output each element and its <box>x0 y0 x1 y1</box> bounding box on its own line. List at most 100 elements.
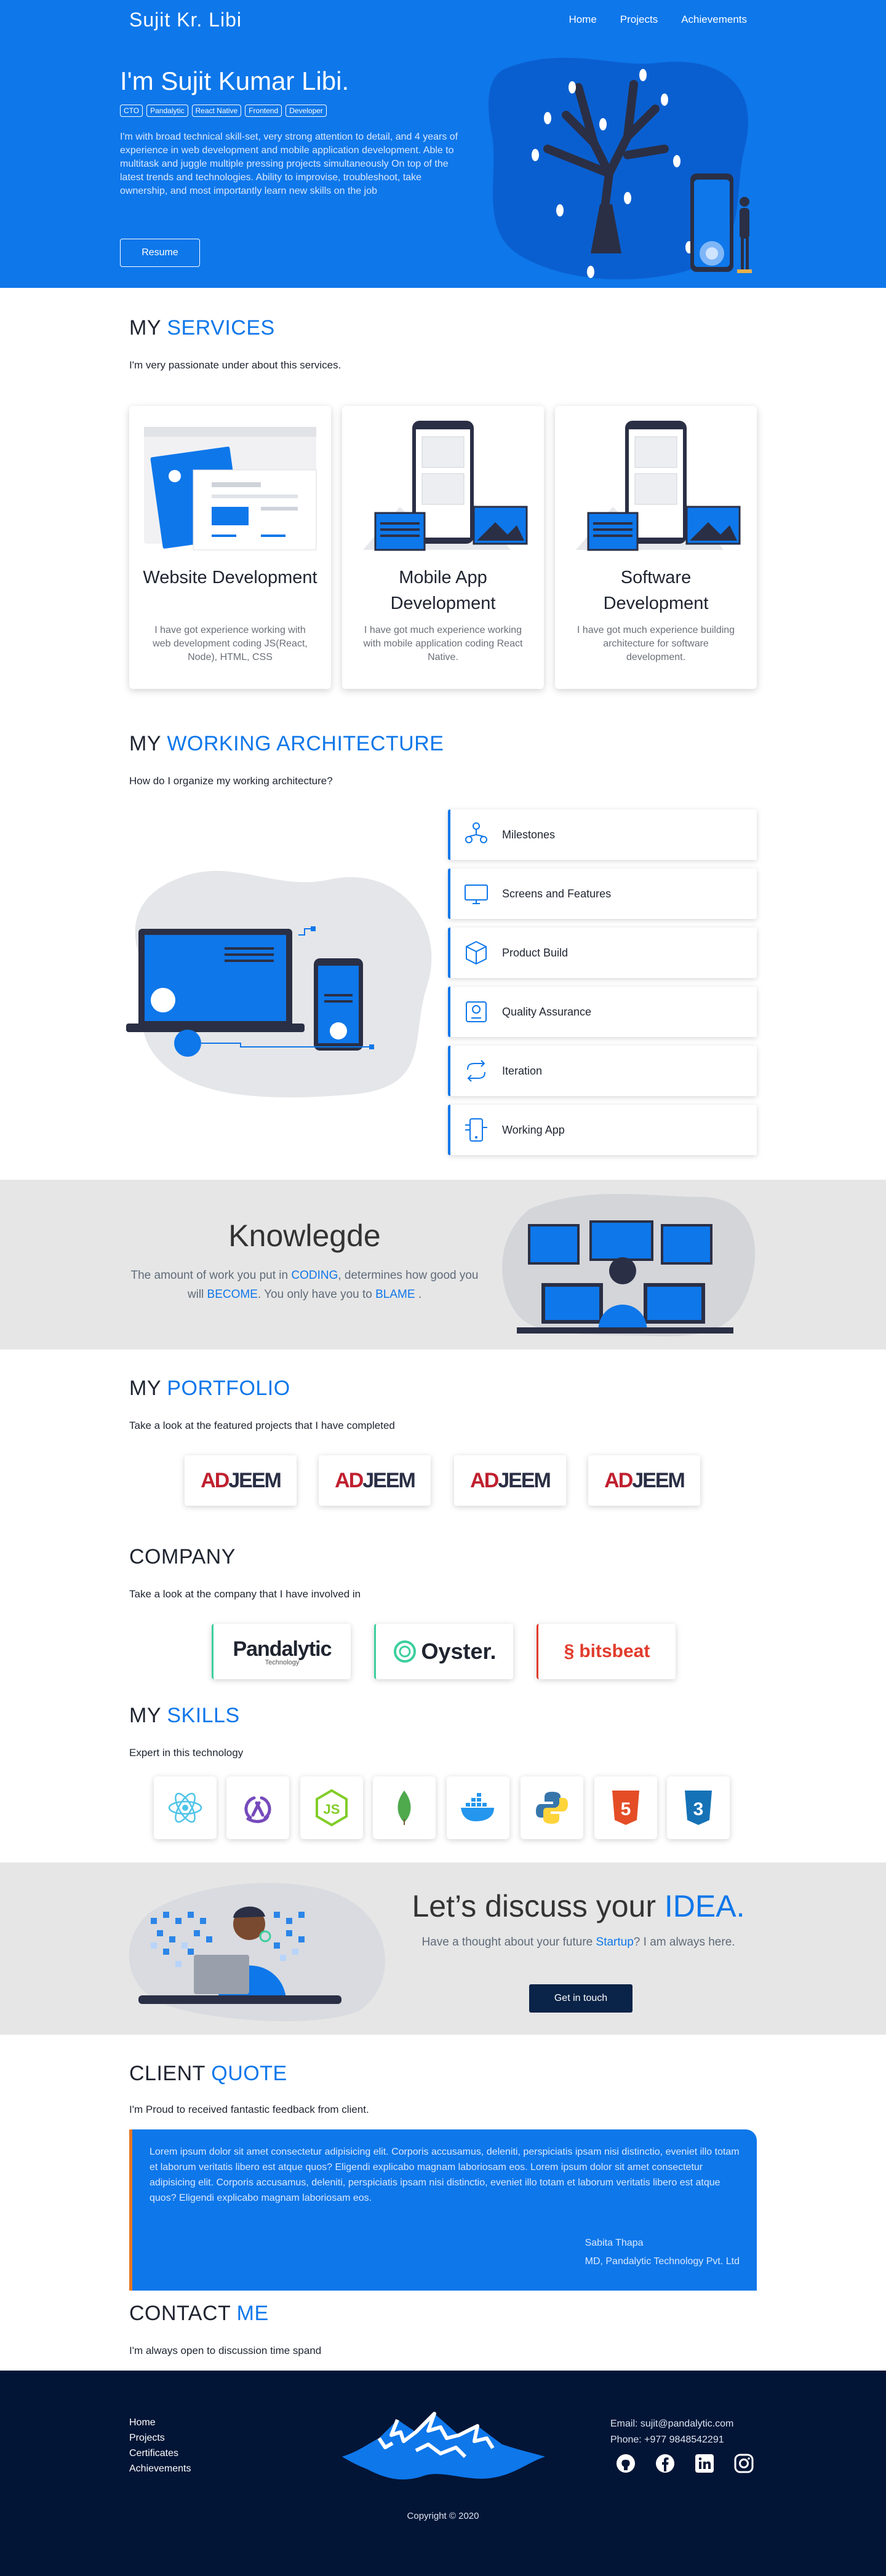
arch-item-milestones[interactable]: Milestones <box>448 809 757 860</box>
svg-text:3: 3 <box>693 1799 704 1819</box>
quote-author: Sabita Thapa MD, Pandalytic Technology P… <box>585 2234 740 2271</box>
adjeem-logo: ADJEEM <box>604 1468 685 1492</box>
milestones-icon <box>465 822 487 843</box>
footer-links: Home Projects Certificates Achievements <box>129 2417 191 2475</box>
docker-icon <box>461 1793 494 1821</box>
architecture-illustration <box>126 870 432 1098</box>
arch-item-product-build[interactable]: Product Build <box>448 928 757 978</box>
tag: Pandalytic <box>146 105 188 117</box>
company-pandalytic[interactable]: Pandalytic Technology <box>212 1624 351 1679</box>
hero-tags: CTO Pandalytic React Native Frontend Dev… <box>120 105 327 117</box>
get-in-touch-button[interactable]: Get in touch <box>529 1984 633 2013</box>
footer-phone[interactable]: Phone: +977 9848542291 <box>610 2432 733 2448</box>
knowledge-text: The amount of work you put in CODING, de… <box>130 1269 479 1301</box>
nodejs-icon: JS <box>316 1789 348 1827</box>
skill-css3[interactable]: 3 <box>667 1776 730 1839</box>
arch-item-label: Milestones <box>502 828 556 841</box>
footer-link-achievements[interactable]: Achievements <box>129 2463 191 2475</box>
skill-react[interactable] <box>154 1776 217 1839</box>
bitsbeat-icon: § <box>564 1641 575 1661</box>
adjeem-logo: ADJEEM <box>470 1468 551 1492</box>
portfolio-item[interactable]: ADJEEM <box>185 1455 297 1506</box>
tag: CTO <box>120 105 143 117</box>
arch-item-screens[interactable]: Screens and Features <box>448 869 757 919</box>
services-subtitle: I'm very passionate under about this ser… <box>129 359 341 371</box>
app-icon <box>465 1118 487 1142</box>
service-card-title: Software Development <box>603 568 709 613</box>
client-subtitle: I'm Proud to received fantastic feedback… <box>129 2104 369 2115</box>
css3-icon: 3 <box>685 1791 712 1825</box>
quality-icon <box>466 1001 487 1022</box>
company-title: COMPANY <box>129 1545 236 1568</box>
portfolio-item[interactable]: ADJEEM <box>319 1455 431 1506</box>
react-icon <box>168 1792 202 1823</box>
linkedin-icon[interactable] <box>694 2453 715 2474</box>
nav-projects[interactable]: Projects <box>620 14 658 26</box>
skill-python[interactable] <box>521 1776 583 1839</box>
arch-item-label: Product Build <box>502 946 569 959</box>
portfolio-subtitle: Take a look at the featured projects tha… <box>129 1420 395 1431</box>
idea-illustration <box>129 1883 385 2022</box>
portfolio-item[interactable]: ADJEEM <box>588 1455 700 1506</box>
resume-button[interactable]: Resume <box>120 239 200 267</box>
service-card-software: Software Development I have got much exp… <box>555 406 757 689</box>
service-card-mobile: Mobile App Development I have got much e… <box>342 406 544 689</box>
instagram-icon[interactable] <box>733 2453 754 2474</box>
footer: Home Projects Certificates Achievements … <box>0 2371 886 2576</box>
skill-redux[interactable] <box>226 1776 289 1839</box>
footer-link-home[interactable]: Home <box>129 2417 191 2428</box>
html5-icon: 5 <box>612 1791 639 1825</box>
copyright: Copyright © 2020 <box>407 2511 479 2521</box>
contact-title: CONTACT ME <box>129 2302 269 2325</box>
skill-html5[interactable]: 5 <box>594 1776 657 1839</box>
service-card-text: I have got much experience working with … <box>363 625 523 662</box>
mongodb-icon <box>397 1791 411 1825</box>
service-card-title: Mobile App Development <box>390 568 496 613</box>
footer-link-projects[interactable]: Projects <box>129 2433 191 2444</box>
skill-nodejs[interactable]: JS <box>300 1776 363 1839</box>
service-card-web: Website Development I have got experienc… <box>129 406 331 689</box>
arch-item-label: Iteration <box>502 1064 543 1077</box>
arch-item-quality[interactable]: Quality Assurance <box>448 987 757 1037</box>
knowledge-section: Knowlegde The amount of work you put in … <box>0 1180 886 1350</box>
software-development-illustration <box>576 421 741 551</box>
oyster-name: Oyster. <box>421 1639 497 1664</box>
github-icon[interactable] <box>615 2453 636 2474</box>
hero-section: Sujit Kr. Libi Home Projects Achievement… <box>0 0 886 288</box>
company-oyster[interactable]: Oyster. <box>374 1624 513 1679</box>
footer-email[interactable]: Email: sujit@pandalytic.com <box>610 2416 733 2432</box>
nav-achievements[interactable]: Achievements <box>681 14 747 26</box>
oyster-icon <box>394 1640 417 1663</box>
svg-text:JS: JS <box>324 1802 340 1817</box>
footer-link-certificates[interactable]: Certificates <box>129 2448 191 2459</box>
startup-link[interactable]: Startup <box>596 1936 634 1949</box>
tag: React Native <box>191 105 242 117</box>
arch-item-iteration[interactable]: Iteration <box>448 1046 757 1096</box>
nav-home[interactable]: Home <box>569 14 596 26</box>
skills-subtitle: Expert in this technology <box>129 1747 244 1759</box>
monitor-icon <box>465 885 488 904</box>
arch-item-working-app[interactable]: Working App <box>448 1105 757 1155</box>
hero-description: I'm with broad technical skill-set, very… <box>120 132 458 196</box>
client-title: CLIENT QUOTE <box>129 2062 287 2085</box>
architecture-title: MY WORKING ARCHITECTURE <box>129 732 444 755</box>
facebook-icon[interactable] <box>655 2453 676 2474</box>
footer-contact: Email: sujit@pandalytic.com Phone: +977 … <box>610 2416 733 2448</box>
social-links <box>615 2453 754 2474</box>
arch-item-label: Quality Assurance <box>502 1005 592 1018</box>
python-icon <box>536 1792 568 1824</box>
repeat-icon <box>467 1060 485 1082</box>
skill-docker[interactable] <box>447 1776 509 1839</box>
idea-section: Let’s discuss your IDEA. Have a thought … <box>0 1862 886 2035</box>
skill-mongodb[interactable] <box>373 1776 436 1839</box>
portfolio-item[interactable]: ADJEEM <box>454 1455 566 1506</box>
hero-illustration <box>489 57 752 280</box>
service-card-text: I have got much experience building arch… <box>577 625 735 662</box>
company-bitsbeat[interactable]: § bitsbeat <box>537 1624 676 1679</box>
portfolio-title: MY PORTFOLIO <box>129 1377 290 1400</box>
adjeem-logo: ADJEEM <box>335 1468 416 1492</box>
architecture-subtitle: How do I organize my working architectur… <box>129 775 333 787</box>
brand-logo[interactable]: Sujit Kr. Libi <box>129 9 242 31</box>
knowledge-title: Knowlegde <box>228 1218 381 1253</box>
contact-subtitle: I'm always open to discussion time spand <box>129 2345 322 2356</box>
